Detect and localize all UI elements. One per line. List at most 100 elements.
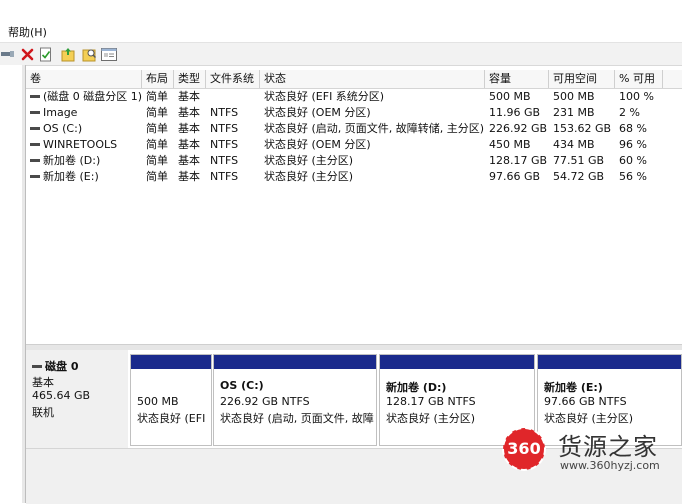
- status-cell: 状态良好 (主分区): [264, 154, 354, 167]
- layout-cell: 简单: [146, 122, 168, 135]
- volume-icon: [30, 174, 40, 178]
- partition-status: 状态良好 (启动, 页面文件, 故障: [220, 412, 374, 425]
- partition-size: 128.17 GB NTFS: [386, 395, 476, 408]
- volume-icon: [30, 110, 40, 114]
- partition-efi[interactable]: 500 MB 状态良好 (EFI: [130, 354, 212, 446]
- partition-c[interactable]: OS (C:) 226.92 GB NTFS 状态良好 (启动, 页面文件, 故…: [213, 354, 377, 446]
- disk-kind: 基本: [32, 376, 54, 389]
- free-space-cell: 153.62 GB: [553, 122, 612, 135]
- menu-help[interactable]: 帮助(H): [8, 24, 47, 40]
- percent-free-cell: 2 %: [619, 106, 640, 119]
- layout-cell: 简单: [146, 154, 168, 167]
- column-header-type[interactable]: 类型: [174, 70, 206, 88]
- column-header-status[interactable]: 状态: [260, 70, 485, 88]
- volume-name: (磁盘 0 磁盘分区 1): [26, 89, 142, 105]
- volume-icon: [30, 126, 40, 130]
- filesystem-cell: NTFS: [210, 122, 239, 135]
- filesystem-cell: NTFS: [210, 106, 239, 119]
- left-pane: [0, 65, 23, 503]
- folder-up-icon[interactable]: [60, 46, 76, 62]
- column-header-capacity[interactable]: 容量: [485, 70, 549, 88]
- filesystem-cell: NTFS: [210, 138, 239, 151]
- percent-free-cell: 68 %: [619, 122, 647, 135]
- column-header-volume[interactable]: 卷: [26, 70, 142, 88]
- volume-name: OS (C:): [26, 121, 142, 137]
- check-icon[interactable]: [38, 46, 54, 62]
- watermark-brand: 货源之家: [558, 433, 658, 461]
- disk-size: 465.64 GB: [32, 389, 91, 402]
- volume-name: WINRETOOLS: [26, 137, 142, 153]
- capacity-cell: 450 MB: [489, 138, 531, 151]
- disk-name: 磁盘 0: [45, 360, 79, 373]
- column-header-percent-free[interactable]: % 可用: [615, 70, 663, 88]
- table-row[interactable]: 新加卷 (D:) 简单 基本 NTFS 状态良好 (主分区) 128.17 GB…: [26, 153, 682, 169]
- free-space-cell: 54.72 GB: [553, 170, 605, 183]
- column-header-free-space[interactable]: 可用空间: [549, 70, 615, 88]
- folder-search-icon[interactable]: [81, 46, 97, 62]
- status-cell: 状态良好 (OEM 分区): [264, 138, 371, 151]
- filesystem-cell: [206, 89, 260, 105]
- connect-icon[interactable]: [0, 46, 16, 62]
- free-space-cell: 231 MB: [553, 106, 595, 119]
- partition-size: 226.92 GB NTFS: [220, 395, 310, 408]
- disk-icon: [32, 364, 42, 368]
- filesystem-cell: NTFS: [210, 170, 239, 183]
- partition-bar: [380, 355, 534, 369]
- watermark-url: www.360hyzj.com: [560, 459, 660, 472]
- watermark-badge: 360: [507, 439, 541, 458]
- status-cell: 状态良好 (EFI 系统分区): [264, 90, 385, 103]
- status-cell: 状态良好 (主分区): [264, 170, 354, 183]
- layout-cell: 简单: [146, 170, 168, 183]
- volume-name-text: WINRETOOLS: [43, 138, 118, 151]
- table-row[interactable]: OS (C:) 简单 基本 NTFS 状态良好 (启动, 页面文件, 故障转储,…: [26, 121, 682, 137]
- filesystem-cell: NTFS: [210, 154, 239, 167]
- type-cell: 基本: [178, 122, 200, 135]
- capacity-cell: 97.66 GB: [489, 170, 541, 183]
- properties-icon[interactable]: [101, 46, 117, 62]
- capacity-cell: 226.92 GB: [489, 122, 548, 135]
- type-cell: 基本: [178, 154, 200, 167]
- type-cell: 基本: [178, 90, 200, 103]
- column-header-layout[interactable]: 布局: [142, 70, 174, 88]
- volume-name-text: 新加卷 (D:): [43, 154, 101, 167]
- partition-status: 状态良好 (EFI: [137, 412, 206, 425]
- type-cell: 基本: [178, 170, 200, 183]
- watermark: 360 货源之家 www.360hyzj.com: [500, 425, 682, 475]
- volume-name: 新加卷 (E:): [26, 169, 142, 185]
- volume-name-text: OS (C:): [43, 122, 83, 135]
- table-row[interactable]: WINRETOOLS 简单 基本 NTFS 状态良好 (OEM 分区) 450 …: [26, 137, 682, 153]
- percent-free-cell: 100 %: [619, 90, 654, 103]
- disk-label: 磁盘 0: [32, 358, 78, 374]
- volume-icon: [30, 158, 40, 162]
- disk-info[interactable]: 磁盘 0 基本 465.64 GB 联机: [26, 350, 128, 448]
- partition-bar: [214, 355, 376, 369]
- layout-cell: 简单: [146, 90, 168, 103]
- menu-bar: 帮助(H): [0, 0, 682, 40]
- volume-name: Image: [26, 105, 142, 121]
- layout-cell: 简单: [146, 106, 168, 119]
- partition-status: 状态良好 (主分区): [544, 412, 634, 425]
- volume-icon: [30, 94, 40, 98]
- status-cell: 状态良好 (OEM 分区): [264, 106, 371, 119]
- capacity-cell: 128.17 GB: [489, 154, 548, 167]
- volume-name-text: 新加卷 (E:): [43, 170, 99, 183]
- column-header-filesystem[interactable]: 文件系统: [206, 70, 260, 88]
- free-space-cell: 77.51 GB: [553, 154, 605, 167]
- volume-list: 卷 布局 类型 文件系统 状态 容量 可用空间 % 可用 (磁盘 0 磁盘分区 …: [26, 68, 682, 344]
- volume-name-text: (磁盘 0 磁盘分区 1): [43, 90, 142, 103]
- partition-bar: [538, 355, 681, 369]
- capacity-cell: 11.96 GB: [489, 106, 541, 119]
- partition-size: 500 MB: [137, 395, 179, 408]
- table-row[interactable]: (磁盘 0 磁盘分区 1) 简单 基本 状态良好 (EFI 系统分区) 500 …: [26, 89, 682, 105]
- free-space-cell: 500 MB: [553, 90, 595, 103]
- percent-free-cell: 60 %: [619, 154, 647, 167]
- table-row[interactable]: 新加卷 (E:) 简单 基本 NTFS 状态良好 (主分区) 97.66 GB …: [26, 169, 682, 185]
- volume-list-header: 卷 布局 类型 文件系统 状态 容量 可用空间 % 可用: [26, 70, 682, 89]
- status-cell: 状态良好 (启动, 页面文件, 故障转储, 主分区): [264, 122, 485, 135]
- volume-name-text: Image: [43, 106, 78, 119]
- disk-state: 联机: [32, 406, 54, 419]
- partition-bar: [131, 355, 211, 369]
- delete-icon[interactable]: [19, 46, 35, 62]
- free-space-cell: 434 MB: [553, 138, 595, 151]
- table-row[interactable]: Image 简单 基本 NTFS 状态良好 (OEM 分区) 11.96 GB …: [26, 105, 682, 121]
